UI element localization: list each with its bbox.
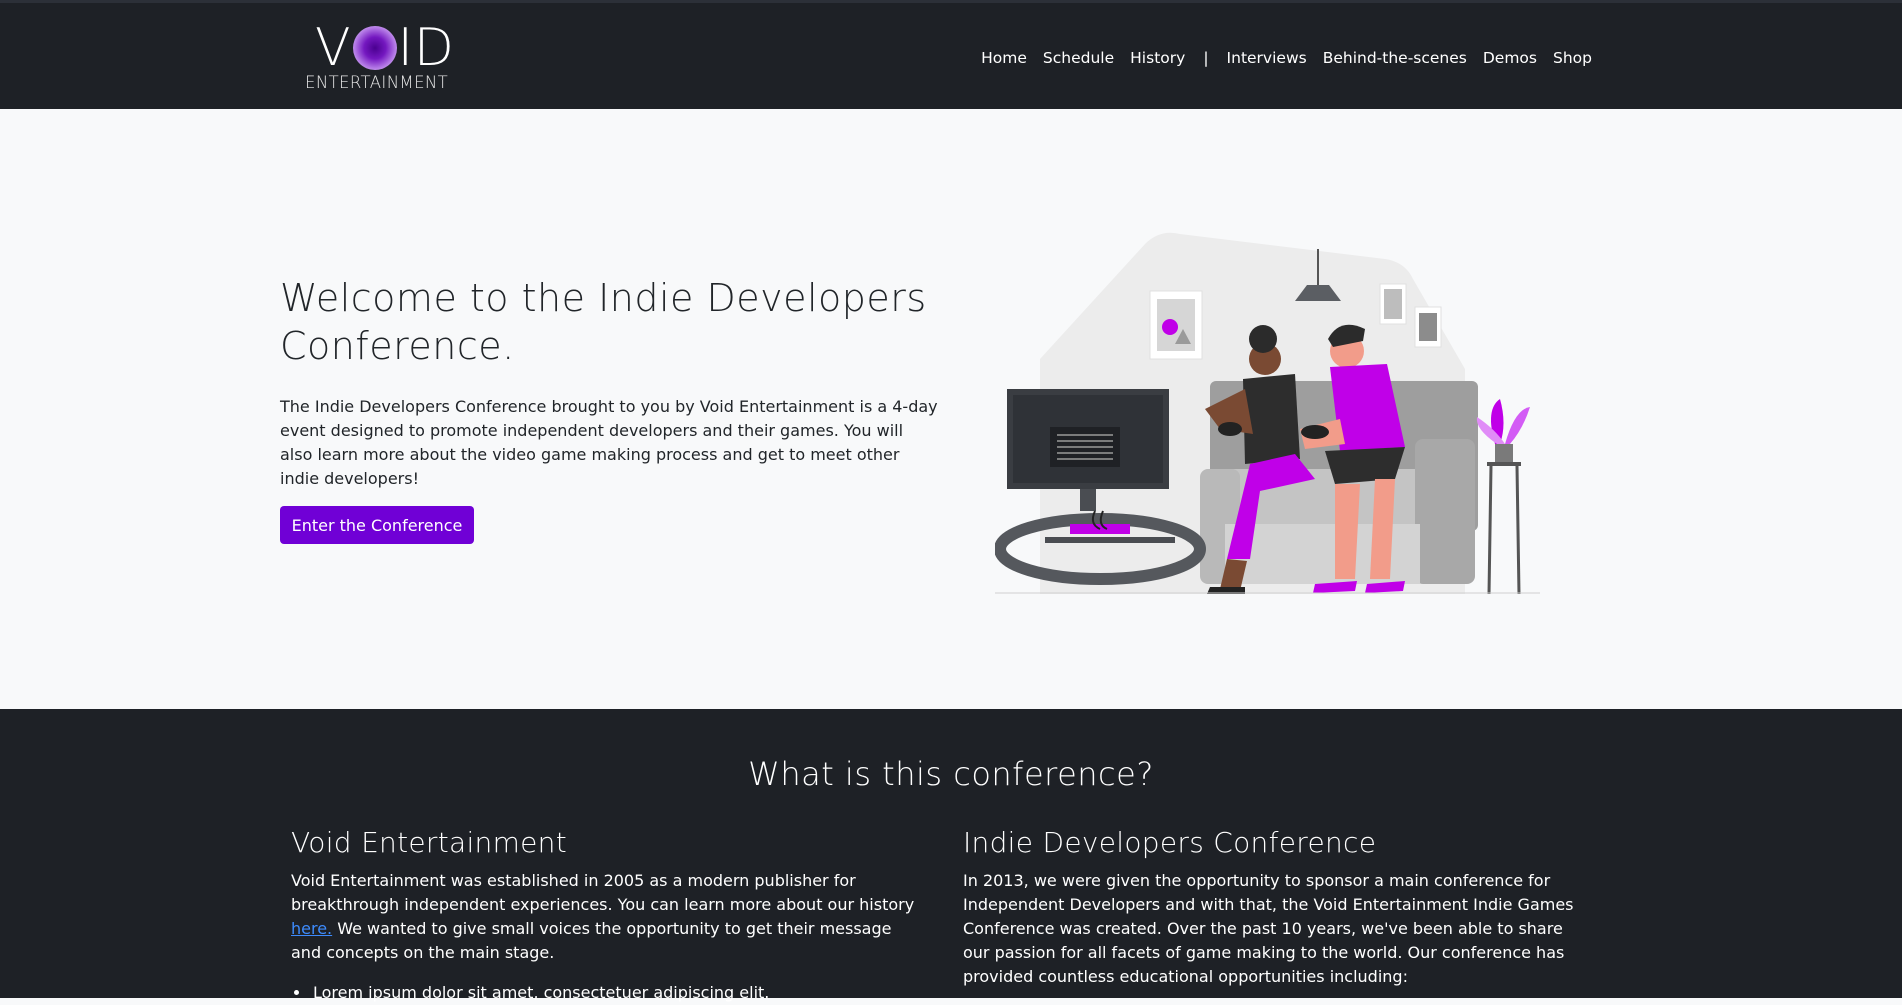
indie-conference-text: In 2013, we were given the opportunity t… [963,871,1574,986]
void-entertainment-heading: Void Entertainment [291,826,568,859]
about-section: What is this conference? Void Entertainm… [0,709,1902,1002]
nav-link-behind-the-scenes[interactable]: Behind-the-scenes [1323,49,1467,67]
nav-link-home[interactable]: Home [981,49,1027,67]
nav-link-interviews[interactable]: Interviews [1227,49,1307,67]
navbar: V ID ENTERTAINMENT Home Schedule History … [0,0,1902,109]
about-title: What is this conference? [748,755,1154,793]
history-link[interactable]: here. [291,919,332,938]
indie-conference-heading: Indie Developers Conference [963,826,1377,859]
void-entertainment-column: Void Entertainment Void Entertainment wa… [291,827,916,1005]
nav-link-schedule[interactable]: Schedule [1043,49,1114,67]
nav-link-history[interactable]: History [1130,49,1185,67]
hero-section: Welcome to the Indie Developers Conferen… [0,109,1902,709]
nav-link-shop[interactable]: Shop [1553,49,1592,67]
hero-description: The Indie Developers Conference brought … [280,397,938,488]
list-item: Lorem ipsum dolor sit amet, consectetuer… [311,981,916,1005]
logo-wordmark: V ID [315,18,455,78]
main-nav: Home Schedule History | Interviews Behin… [965,49,1592,67]
gaming-couch-illustration [995,232,1540,594]
brand-logo[interactable]: V ID ENTERTAINMENT [303,18,468,93]
enter-conference-button[interactable]: Enter the Conference [280,506,474,544]
logo-subtitle: ENTERTAINMENT [305,73,449,92]
void-entertainment-text: Void Entertainment was established in 20… [291,871,915,962]
nav-separator: | [1203,49,1209,67]
indie-conference-column: Indie Developers Conference In 2013, we … [963,827,1588,989]
hero-title: Welcome to the Indie Developers Conferen… [280,276,927,368]
void-entertainment-list: Lorem ipsum dolor sit amet, consectetuer… [311,981,916,1005]
logo-orb-icon [352,26,397,70]
nav-link-demos[interactable]: Demos [1483,49,1537,67]
